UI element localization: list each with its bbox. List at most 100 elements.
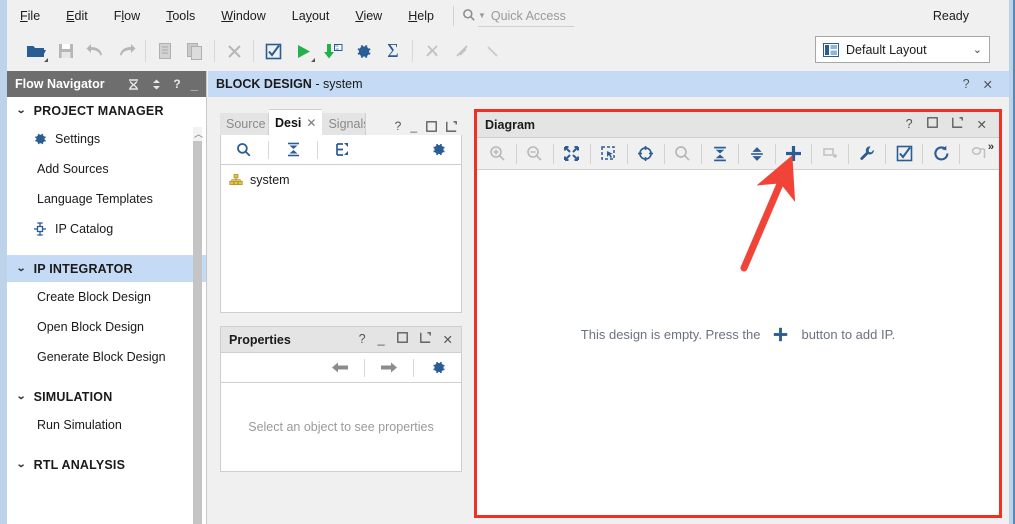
menu-help[interactable]: Help bbox=[395, 5, 447, 27]
collapse-all-icon[interactable] bbox=[127, 78, 140, 91]
search-icon[interactable] bbox=[229, 137, 259, 163]
help-icon[interactable]: ? bbox=[395, 119, 402, 133]
float-icon[interactable] bbox=[419, 332, 431, 347]
tab-design[interactable]: Desi ✕ bbox=[269, 109, 323, 135]
open-project-icon[interactable] bbox=[21, 37, 51, 65]
block-design-header: BLOCK DESIGN - system ? ✕ bbox=[208, 71, 1009, 97]
tab-sources[interactable]: Source bbox=[220, 113, 269, 135]
sidebar-item-create-block-design[interactable]: Create Block Design bbox=[7, 282, 206, 312]
settings-gear-icon[interactable] bbox=[423, 355, 453, 381]
diagram-title: Diagram bbox=[485, 117, 536, 132]
main-area: BLOCK DESIGN - system ? ✕ Source Desi ✕ … bbox=[208, 71, 1009, 524]
flow-navigator-header: Flow Navigator ? _ bbox=[7, 71, 206, 97]
quick-access-underline bbox=[477, 25, 574, 27]
menu-window[interactable]: Window bbox=[208, 5, 278, 27]
menu-edit[interactable]: Edit bbox=[53, 5, 101, 27]
menu-divider bbox=[452, 5, 454, 26]
expand-hier-icon[interactable] bbox=[327, 137, 357, 163]
sidebar-item-label: Run Simulation bbox=[37, 418, 122, 432]
toolbar-divider bbox=[214, 40, 215, 62]
maximize-icon[interactable] bbox=[426, 120, 437, 132]
sidebar-group-label: PROJECT MANAGER bbox=[33, 103, 164, 118]
float-icon[interactable] bbox=[951, 117, 963, 132]
menu-file[interactable]: File bbox=[7, 5, 53, 27]
sidebar-item-ip-catalog[interactable]: IP Catalog bbox=[7, 214, 206, 244]
settings-gear-icon[interactable] bbox=[423, 137, 453, 163]
sidebar-item-add-sources[interactable]: Add Sources bbox=[7, 154, 206, 184]
diagram-toolbar: » bbox=[477, 138, 999, 170]
tab-label: Signals bbox=[328, 117, 367, 131]
save-icon bbox=[51, 37, 81, 65]
minimize-icon[interactable]: _ bbox=[378, 332, 385, 347]
sidebar-group-simulation[interactable]: ⌄ SIMULATION bbox=[7, 383, 206, 410]
regenerate-layout-icon[interactable] bbox=[926, 141, 956, 167]
maximize-icon[interactable] bbox=[396, 332, 408, 347]
sidebar-group-project-manager[interactable]: ⌄ PROJECT MANAGER bbox=[7, 97, 206, 124]
sidebar-item-language-templates[interactable]: Language Templates bbox=[7, 184, 206, 214]
sidebar-item-settings[interactable]: Settings bbox=[7, 124, 206, 154]
menu-layout[interactable]: Layout bbox=[279, 5, 343, 27]
collapse-all-icon[interactable] bbox=[705, 141, 735, 167]
tab-signals[interactable]: Signals bbox=[322, 113, 367, 135]
close-icon[interactable]: ✕ bbox=[977, 117, 987, 132]
quick-access-placeholder: Quick Access bbox=[490, 8, 566, 23]
diagram-canvas[interactable]: This design is empty. Press the button t… bbox=[477, 171, 999, 515]
menu-view[interactable]: View bbox=[342, 5, 395, 27]
tree-item-system[interactable]: system bbox=[229, 173, 461, 187]
fit-screen-icon[interactable] bbox=[557, 141, 587, 167]
scroll-up-arrow-icon[interactable]: ︿ bbox=[194, 127, 203, 140]
close-icon[interactable]: ✕ bbox=[443, 332, 453, 347]
add-ip-plus-icon[interactable] bbox=[779, 141, 809, 167]
sidebar-item-label: Settings bbox=[55, 132, 101, 146]
plus-icon bbox=[772, 326, 789, 343]
expand-all-icon[interactable] bbox=[150, 78, 163, 91]
minimize-icon[interactable]: _ bbox=[191, 78, 198, 91]
float-icon[interactable] bbox=[446, 120, 457, 132]
diagram-panel: Diagram ? ✕ » This design is empty. Pres… bbox=[474, 109, 1002, 518]
page-title-rest: - system bbox=[311, 77, 363, 91]
back-arrow-icon[interactable] bbox=[325, 355, 355, 381]
scrollbar-thumb[interactable] bbox=[193, 141, 202, 524]
vivado-window: File Edit Flow Tools Window Layout View … bbox=[0, 0, 1015, 524]
menu-flow[interactable]: Flow bbox=[101, 5, 153, 27]
run-connection-automation-wrench-icon[interactable] bbox=[852, 141, 882, 167]
maximize-icon[interactable] bbox=[926, 117, 938, 132]
highlight-target-icon[interactable] bbox=[631, 141, 661, 167]
expand-all-icon[interactable] bbox=[742, 141, 772, 167]
program-download-icon[interactable]: 01 10 bbox=[318, 37, 348, 65]
sidebar-group-rtl-analysis[interactable]: ⌄ RTL ANALYSIS bbox=[7, 451, 206, 478]
validate-check-icon[interactable] bbox=[258, 37, 288, 65]
quick-access[interactable]: ▼ Quick Access bbox=[462, 4, 574, 28]
disabled-cross-icon bbox=[417, 37, 447, 65]
close-icon[interactable]: ✕ bbox=[983, 77, 993, 92]
help-icon[interactable]: ? bbox=[359, 332, 366, 347]
sidebar-item-generate-block-design[interactable]: Generate Block Design bbox=[7, 342, 206, 372]
layout-selector[interactable]: Default Layout ⌄ bbox=[815, 36, 990, 63]
toolbar-overflow-button[interactable]: » bbox=[988, 141, 994, 153]
minimize-icon[interactable]: _ bbox=[410, 119, 417, 133]
sidebar-group-label: SIMULATION bbox=[33, 389, 113, 404]
forward-arrow-icon[interactable] bbox=[374, 355, 404, 381]
run-play-icon[interactable] bbox=[288, 37, 318, 65]
settings-gear-icon[interactable] bbox=[348, 37, 378, 65]
collapse-all-icon[interactable] bbox=[278, 137, 308, 163]
help-icon[interactable]: ? bbox=[906, 117, 913, 132]
zoom-area-icon[interactable] bbox=[594, 141, 624, 167]
properties-panel: Properties ? _ ✕ Select an object to see… bbox=[220, 326, 462, 472]
ip-catalog-icon bbox=[33, 222, 47, 236]
chevron-down-icon: ▼ bbox=[477, 11, 486, 20]
sidebar-scrollbar[interactable]: ︿ bbox=[193, 127, 203, 524]
sidebar-item-open-block-design[interactable]: Open Block Design bbox=[7, 312, 206, 342]
close-icon[interactable]: ✕ bbox=[306, 116, 316, 130]
tab-label: Desi bbox=[275, 115, 302, 130]
sidebar-group-ip-integrator[interactable]: ⌄ IP INTEGRATOR bbox=[7, 255, 206, 282]
validate-design-check-icon[interactable] bbox=[889, 141, 919, 167]
main-toolbar: 01 10 Σ Default Layout ⌄ bbox=[7, 31, 1009, 71]
help-icon[interactable]: ? bbox=[963, 77, 970, 92]
chevron-down-icon: ⌄ bbox=[15, 105, 27, 116]
sum-sigma-icon[interactable]: Σ bbox=[378, 37, 408, 65]
menu-tools[interactable]: Tools bbox=[153, 5, 208, 27]
help-icon[interactable]: ? bbox=[173, 78, 180, 90]
sidebar-item-run-simulation[interactable]: Run Simulation bbox=[7, 410, 206, 440]
